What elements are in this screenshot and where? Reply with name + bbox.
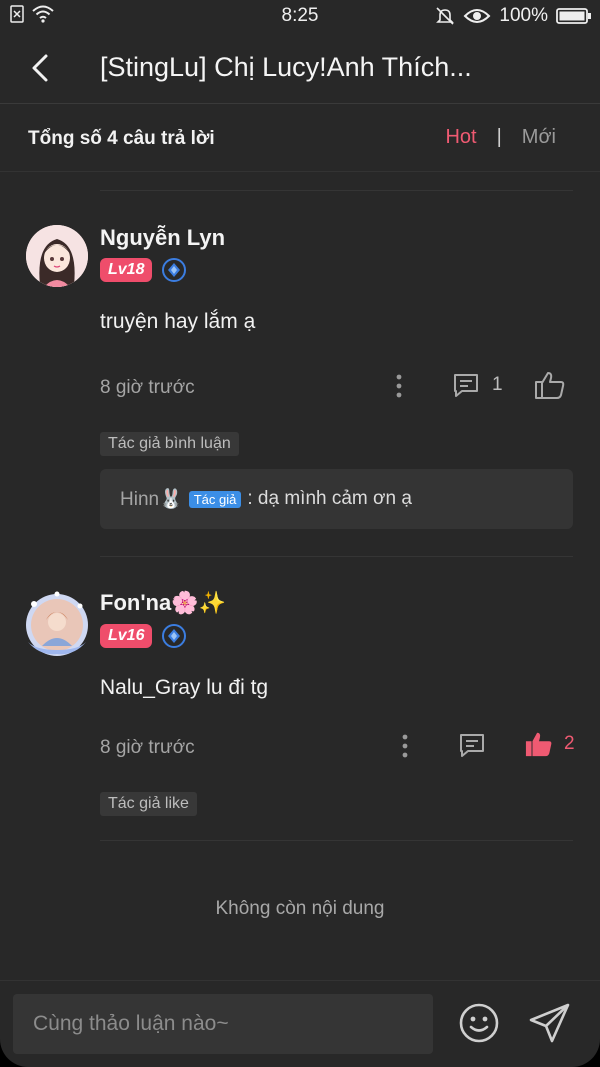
reply-text: : dạ mình cảm ơn ạ [247, 488, 412, 509]
comment-time: 8 giờ trước [100, 737, 195, 758]
divider [100, 190, 573, 191]
chevron-left-icon [32, 54, 48, 82]
comment-count: Tổng số 4 câu trả lời [28, 128, 215, 149]
reply-button[interactable]: 1 [452, 372, 503, 398]
divider [100, 556, 573, 557]
level-badge: Lv18 [100, 258, 153, 282]
comment-icon [460, 734, 484, 757]
user-badges: Lv18 [100, 258, 187, 282]
battery-icon [556, 8, 591, 24]
smiley-icon [459, 1003, 499, 1043]
page-title: [StingLu] Chị Lucy!Anh Thích... [100, 52, 472, 82]
comment-input[interactable] [13, 994, 433, 1054]
verified-diamond-icon [162, 258, 187, 282]
comment-time: 8 giờ trước [100, 377, 195, 398]
more-options-button[interactable] [394, 374, 404, 403]
reply-button[interactable] [458, 732, 498, 758]
more-vertical-icon [396, 374, 402, 398]
status-bar: 8:25 100% [0, 0, 600, 32]
eye-icon [463, 9, 491, 23]
avatar[interactable] [22, 590, 92, 660]
reply-count: 1 [492, 374, 503, 395]
mute-bell-icon [436, 7, 455, 25]
avatar[interactable] [26, 225, 88, 287]
comment-icon [454, 374, 478, 397]
send-button[interactable] [528, 1002, 572, 1049]
reply-username[interactable]: Hinn🐰 [120, 487, 183, 511]
comments-summary: Tổng số 4 câu trả lời Hot | Mới [0, 104, 600, 172]
sort-toggle: Hot | Mới [445, 126, 556, 149]
author-reply-tag: Tác giả bình luận [100, 432, 239, 456]
sort-new-tab[interactable]: Mới [522, 126, 556, 149]
level-badge: Lv16 [100, 624, 153, 648]
send-icon [529, 1003, 570, 1043]
top-bar: [StingLu] Chị Lucy!Anh Thích... [0, 32, 600, 104]
end-of-list-text: Không còn nội dung [215, 898, 385, 919]
battery-percent: 100% [499, 5, 548, 26]
sort-hot-tab[interactable]: Hot [445, 126, 476, 149]
user-badges: Lv16 [100, 624, 187, 648]
more-vertical-icon [402, 734, 408, 758]
like-count: 2 [564, 733, 575, 754]
commenter-name[interactable]: Fon'na🌸✨ [100, 590, 226, 616]
thumbs-up-filled-icon [525, 732, 552, 757]
like-button[interactable]: 2 [524, 730, 575, 758]
divider [100, 840, 573, 841]
commenter-name[interactable]: Nguyễn Lyn [100, 225, 225, 251]
emoji-button[interactable] [458, 1002, 500, 1049]
comment-text: Nalu_Gray lu đi tg [100, 676, 269, 699]
comment-text: truyện hay lắm ạ [100, 310, 256, 333]
screen: 8:25 100% [StingLu] Chị Lucy!Anh Thích..… [0, 0, 600, 1067]
verified-diamond-icon [162, 624, 187, 648]
author-like-tag: Tác giả like [100, 792, 197, 816]
sort-separator: | [496, 126, 502, 148]
author-badge: Tác giả [188, 490, 242, 508]
thumbs-up-icon [535, 372, 565, 399]
like-button[interactable] [534, 370, 566, 400]
more-options-button[interactable] [400, 734, 410, 763]
author-reply-box[interactable]: Hinn🐰 Tác giả : dạ mình cảm ơn ạ [100, 469, 573, 529]
back-button[interactable] [22, 50, 58, 86]
comment-input-bar [0, 980, 600, 1067]
